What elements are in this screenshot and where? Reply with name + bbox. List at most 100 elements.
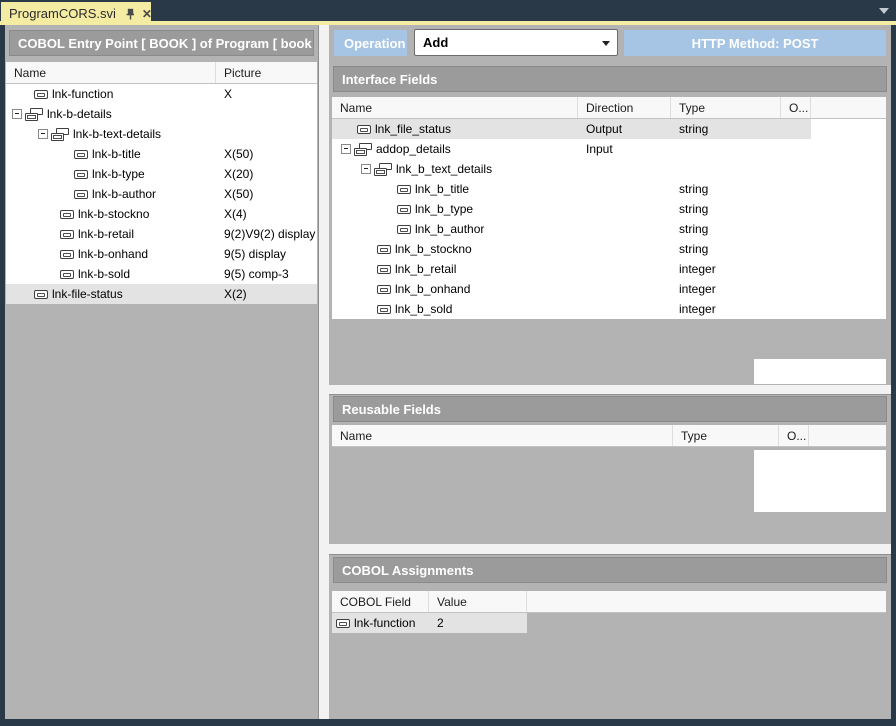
collapse-icon[interactable]	[341, 144, 351, 154]
column-header-value[interactable]: Value	[429, 591, 527, 612]
picture-cell	[216, 104, 317, 124]
field-icon	[74, 190, 88, 199]
horizontal-splitter-2[interactable]	[329, 544, 891, 555]
field-icon	[336, 619, 350, 628]
tree-row-lnk-b-sold[interactable]: lnk-b-sold9(5) comp-3	[6, 264, 317, 284]
name-cell: lnk-b-onhand	[6, 244, 216, 264]
tab-bar: ProgramCORS.svi ✕	[0, 0, 896, 21]
tree-row-lnk_b_text_details[interactable]: lnk_b_text_details	[332, 159, 811, 179]
name-cell: addop_details	[332, 139, 578, 159]
tree-row-lnk-b-retail[interactable]: lnk-b-retail9(2)V9(2) display	[6, 224, 317, 244]
cobol-assignments-rows: lnk-function 2	[332, 613, 527, 633]
field-name-label: lnk-b-stockno	[78, 207, 149, 221]
picture-cell: X(50)	[216, 144, 317, 164]
tree-row-lnk_b_sold[interactable]: lnk_b_soldinteger	[332, 299, 811, 319]
field-name-label: lnk-b-type	[92, 167, 145, 181]
field-name-label: addop_details	[376, 142, 451, 156]
interface-fields-grid-header: Name Direction Type O...	[332, 97, 886, 119]
field-icon	[34, 290, 48, 299]
field-name-label: lnk_file_status	[375, 122, 451, 136]
field-name-label: lnk-function	[354, 616, 415, 630]
tab-title: ProgramCORS.svi	[9, 6, 116, 21]
reusable-fields-grid-header: Name Type O...	[332, 425, 886, 447]
column-header-name[interactable]: Name	[6, 62, 216, 83]
application-window: ProgramCORS.svi ✕ COBOL Entry Point [ BO…	[0, 0, 896, 726]
name-cell: lnk-b-type	[6, 164, 216, 184]
name-cell: lnk_b_text_details	[332, 159, 578, 179]
tree-row-lnk-b-details[interactable]: lnk-b-details	[6, 104, 317, 124]
field-icon	[60, 250, 74, 259]
column-header-occurs[interactable]: O...	[779, 425, 809, 446]
column-header-direction[interactable]: Direction	[578, 97, 671, 118]
tree-row-lnk_b_onhand[interactable]: lnk_b_onhandinteger	[332, 279, 811, 299]
field-name-label: lnk-b-title	[92, 147, 141, 161]
column-header-name[interactable]: Name	[332, 97, 578, 118]
horizontal-splitter-1[interactable]	[329, 385, 891, 395]
value-cell[interactable]: 2	[429, 613, 527, 633]
tree-row-lnk_file_status[interactable]: lnk_file_statusOutputstring	[332, 119, 811, 139]
close-tab-icon[interactable]: ✕	[142, 8, 152, 20]
type-cell	[671, 139, 781, 159]
cobol-assignments-header: COBOL Assignments	[333, 557, 887, 583]
column-header-type[interactable]: Type	[671, 97, 781, 118]
tree-row-lnk_b_type[interactable]: lnk_b_typestring	[332, 199, 811, 219]
occurs-cell	[781, 139, 811, 159]
collapse-icon[interactable]	[361, 164, 371, 174]
tree-row-lnk-b-onhand[interactable]: lnk-b-onhand9(5) display	[6, 244, 317, 264]
tree-row-lnk-b-stockno[interactable]: lnk-b-stocknoX(4)	[6, 204, 317, 224]
tree-row-lnk-file-status[interactable]: lnk-file-statusX(2)	[6, 284, 317, 304]
chevron-down-icon[interactable]	[602, 41, 610, 46]
name-cell: lnk_b_stockno	[332, 239, 578, 259]
tree-row-addop_details[interactable]: addop_detailsInput	[332, 139, 811, 159]
operation-panel: Operation Add HTTP Method: POST Interfac…	[329, 25, 891, 719]
type-cell: integer	[671, 259, 781, 279]
field-name-label: lnk-b-author	[92, 187, 156, 201]
column-header-type[interactable]: Type	[673, 425, 779, 446]
column-header-name[interactable]: Name	[332, 425, 673, 446]
tree-row-lnk-b-title[interactable]: lnk-b-title X(50)	[6, 144, 317, 164]
occurs-cell	[781, 159, 811, 179]
operation-combobox[interactable]: Add	[414, 29, 618, 56]
tree-row-lnk-function[interactable]: lnk-functionX	[6, 84, 317, 104]
field-icon	[74, 150, 88, 159]
tree-row-lnk_b_title[interactable]: lnk_b_titlestring	[332, 179, 811, 199]
tree-row-lnk_b_retail[interactable]: lnk_b_retailinteger	[332, 259, 811, 279]
interface-fields-grid: Name Direction Type O... lnk_file_status…	[332, 97, 886, 319]
name-cell: lnk-b-title	[6, 144, 216, 164]
type-cell	[671, 159, 781, 179]
reusable-fields-grid: Name Type O...	[332, 425, 886, 447]
column-header-cobol-field[interactable]: COBOL Field	[332, 591, 429, 612]
tab-list-dropdown-icon[interactable]	[879, 8, 889, 14]
pin-icon[interactable]	[123, 8, 135, 20]
tree-row-lnk_b_author[interactable]: lnk_b_authorstring	[332, 219, 811, 239]
collapse-icon[interactable]	[38, 129, 48, 139]
tree-row-lnk_b_stockno[interactable]: lnk_b_stocknostring	[332, 239, 811, 259]
document-area: COBOL Entry Point [ BOOK ] of Program [ …	[5, 25, 891, 719]
name-cell: lnk_b_type	[332, 199, 578, 219]
column-header-occurs[interactable]: O...	[781, 97, 811, 118]
picture-cell: X(20)	[216, 164, 317, 184]
tree-row-lnk-b-author[interactable]: lnk-b-authorX(50)	[6, 184, 317, 204]
direction-cell	[578, 299, 671, 319]
field-name-label: lnk-b-details	[47, 107, 112, 121]
direction-cell	[578, 279, 671, 299]
field-name-label: lnk_b_author	[415, 222, 484, 236]
type-cell: string	[671, 179, 781, 199]
field-icon	[60, 230, 74, 239]
operation-combobox-value: Add	[423, 35, 448, 50]
column-header-picture[interactable]: Picture	[216, 62, 317, 83]
tree-row-lnk-b-type[interactable]: lnk-b-type X(20)	[6, 164, 317, 184]
collapse-icon[interactable]	[12, 109, 22, 119]
tree-row-lnk-b-text-details[interactable]: lnk-b-text-details	[6, 124, 317, 144]
name-cell: lnk-b-sold	[6, 264, 216, 284]
name-cell: lnk-b-text-details	[6, 124, 216, 144]
operation-label: Operation	[334, 30, 407, 56]
picture-cell	[216, 124, 317, 144]
group-field-icon	[51, 128, 69, 141]
vertical-splitter[interactable]	[318, 25, 329, 719]
name-cell: lnk-b-details	[6, 104, 216, 124]
assignment-row-lnk-function[interactable]: lnk-function 2	[332, 613, 527, 633]
name-cell: lnk_b_sold	[332, 299, 578, 319]
field-icon	[60, 210, 74, 219]
occurs-cell	[781, 239, 811, 259]
